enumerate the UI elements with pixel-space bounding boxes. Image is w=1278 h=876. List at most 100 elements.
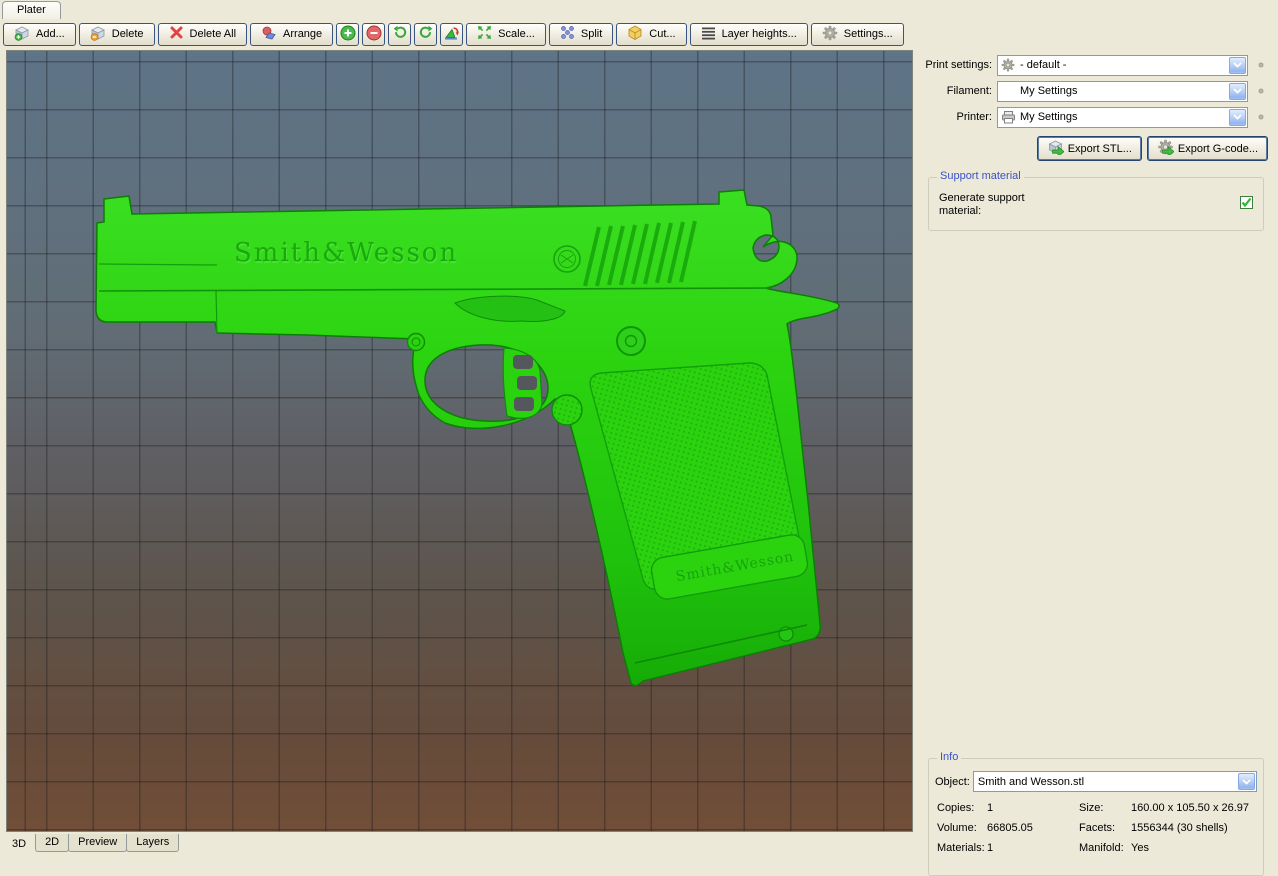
- print-settings-row: Print settings: - default -: [920, 54, 1270, 76]
- add-box-icon: [14, 25, 30, 44]
- model-smith-and-wesson[interactable]: Smith&Wesson Smith&Wesson Smith&Wesson: [7, 51, 912, 831]
- scale-button[interactable]: Scale...: [466, 23, 546, 46]
- rotate-custom-button[interactable]: [440, 23, 463, 46]
- mag-release-button: [552, 395, 582, 425]
- arrange-button[interactable]: Arrange: [250, 23, 333, 46]
- object-stats: Copies: 1 Size: 160.00 x 105.50 x 26.97 …: [937, 802, 1257, 854]
- object-combo[interactable]: Smith and Wesson.stl: [973, 771, 1257, 792]
- cut-cube-icon: [627, 25, 643, 44]
- info-stat-label: Copies:: [937, 802, 987, 814]
- cut-button-label: Cut...: [649, 28, 675, 40]
- filament-value: My Settings: [1017, 85, 1229, 97]
- view-tab-layers[interactable]: Layers: [126, 834, 179, 852]
- view-tab-3d[interactable]: 3D: [2, 834, 36, 852]
- layer-lines-icon: [701, 26, 716, 43]
- preset-gear-icon: [999, 58, 1017, 72]
- print-settings-value: - default -: [1017, 59, 1229, 71]
- view-tab-bar: 3D 2D Preview Layers: [0, 834, 914, 852]
- plus-circle-icon: [340, 25, 356, 44]
- settings-panel: Print settings: - default - Filament: My…: [920, 50, 1278, 852]
- export-stl-label: Export STL...: [1068, 143, 1132, 155]
- arrange-button-label: Arrange: [283, 28, 322, 40]
- object-row: Object: Smith and Wesson.stl: [935, 771, 1257, 792]
- printer-combo[interactable]: My Settings: [997, 107, 1248, 128]
- export-gcode-label: Export G-code...: [1178, 143, 1258, 155]
- object-label: Object:: [935, 776, 970, 788]
- object-dropdown-arrow[interactable]: [1238, 773, 1255, 790]
- info-stat-value: 160.00 x 105.50 x 26.97: [1131, 802, 1257, 814]
- generate-support-row: Generate support material:: [939, 192, 1253, 218]
- view-tab-2d-label: 2D: [45, 836, 59, 848]
- printer-dropdown-arrow[interactable]: [1229, 109, 1246, 126]
- layer-heights-button[interactable]: Layer heights...: [690, 23, 808, 46]
- minus-circle-icon: [366, 25, 382, 44]
- info-stat-label: Facets:: [1079, 822, 1131, 834]
- object-value: Smith and Wesson.stl: [975, 776, 1238, 788]
- export-row: Export STL... Export G-code...: [920, 136, 1268, 161]
- view-tab-2d[interactable]: 2D: [35, 834, 69, 852]
- decrease-copies-button[interactable]: [362, 23, 385, 46]
- info-stat-label: Volume:: [937, 822, 987, 834]
- filament-label: Filament:: [920, 85, 992, 97]
- export-stl-button[interactable]: Export STL...: [1037, 136, 1142, 161]
- view-tab-layers-label: Layers: [136, 836, 169, 848]
- generate-support-label: Generate support material:: [939, 192, 1025, 218]
- cut-button[interactable]: Cut...: [616, 23, 686, 46]
- view-tab-preview-label: Preview: [78, 836, 117, 848]
- add-button-label: Add...: [36, 28, 65, 40]
- print-settings-dropdown-arrow[interactable]: [1229, 57, 1246, 74]
- tab-plater[interactable]: Plater: [2, 1, 61, 19]
- info-stat-value: 66805.05: [987, 822, 1079, 834]
- printer-value: My Settings: [1017, 111, 1229, 123]
- scale-button-label: Scale...: [498, 28, 535, 40]
- export-stl-icon: [1047, 139, 1064, 158]
- export-gcode-button[interactable]: Export G-code...: [1147, 136, 1268, 161]
- delete-button[interactable]: Delete: [79, 23, 155, 46]
- generate-support-checkbox[interactable]: [1240, 196, 1253, 209]
- rotate-ccw-icon: [392, 25, 408, 44]
- add-button[interactable]: Add...: [3, 23, 76, 46]
- filament-dropdown-arrow[interactable]: [1229, 83, 1246, 100]
- delete-button-label: Delete: [112, 28, 144, 40]
- view-tab-3d-label: 3D: [12, 838, 26, 850]
- scale-arrows-icon: [477, 25, 492, 43]
- arrange-cubes-icon: [261, 25, 277, 44]
- rotate-ccw-button[interactable]: [388, 23, 411, 46]
- print-settings-gear-button[interactable]: [1252, 56, 1270, 74]
- rotate-cw-button[interactable]: [414, 23, 437, 46]
- main-tab-strip: Plater: [0, 0, 1278, 19]
- split-dots-icon: [560, 25, 575, 43]
- info-stat-value: 1: [987, 842, 1079, 854]
- check-icon: [1241, 197, 1252, 208]
- print-settings-label: Print settings:: [920, 59, 992, 71]
- delete-all-button-label: Delete All: [190, 28, 236, 40]
- rotate-angle-icon: [444, 25, 460, 44]
- 3d-viewport[interactable]: Smith&Wesson Smith&Wesson Smith&Wesson: [6, 50, 913, 832]
- increase-copies-button[interactable]: [336, 23, 359, 46]
- delete-box-icon: [90, 25, 106, 44]
- printer-icon: [999, 110, 1017, 124]
- printer-gear-button[interactable]: [1252, 108, 1270, 126]
- split-button[interactable]: Split: [549, 23, 613, 46]
- support-material-title: Support material: [937, 170, 1024, 182]
- layer-heights-button-label: Layer heights...: [722, 28, 797, 40]
- info-stat-label: Size:: [1079, 802, 1131, 814]
- filament-combo[interactable]: My Settings: [997, 81, 1248, 102]
- grip-medallion: [617, 327, 645, 355]
- split-button-label: Split: [581, 28, 602, 40]
- filament-gear-button[interactable]: [1252, 82, 1270, 100]
- filament-row: Filament: My Settings: [920, 80, 1270, 102]
- settings-button[interactable]: Settings...: [811, 23, 904, 46]
- print-settings-combo[interactable]: - default -: [997, 55, 1248, 76]
- settings-button-label: Settings...: [844, 28, 893, 40]
- view-tab-preview[interactable]: Preview: [68, 834, 127, 852]
- rotate-cw-icon: [418, 25, 434, 44]
- delete-all-button[interactable]: Delete All: [158, 23, 247, 46]
- tab-plater-label: Plater: [17, 4, 46, 16]
- export-gcode-icon: [1157, 139, 1174, 158]
- slide-engraving-text: Smith&Wesson: [234, 238, 458, 268]
- gear-icon: [822, 25, 838, 44]
- info-stat-label: Manifold:: [1079, 842, 1131, 854]
- printer-row: Printer: My Settings: [920, 106, 1270, 128]
- support-material-group: Support material Generate support materi…: [928, 177, 1264, 231]
